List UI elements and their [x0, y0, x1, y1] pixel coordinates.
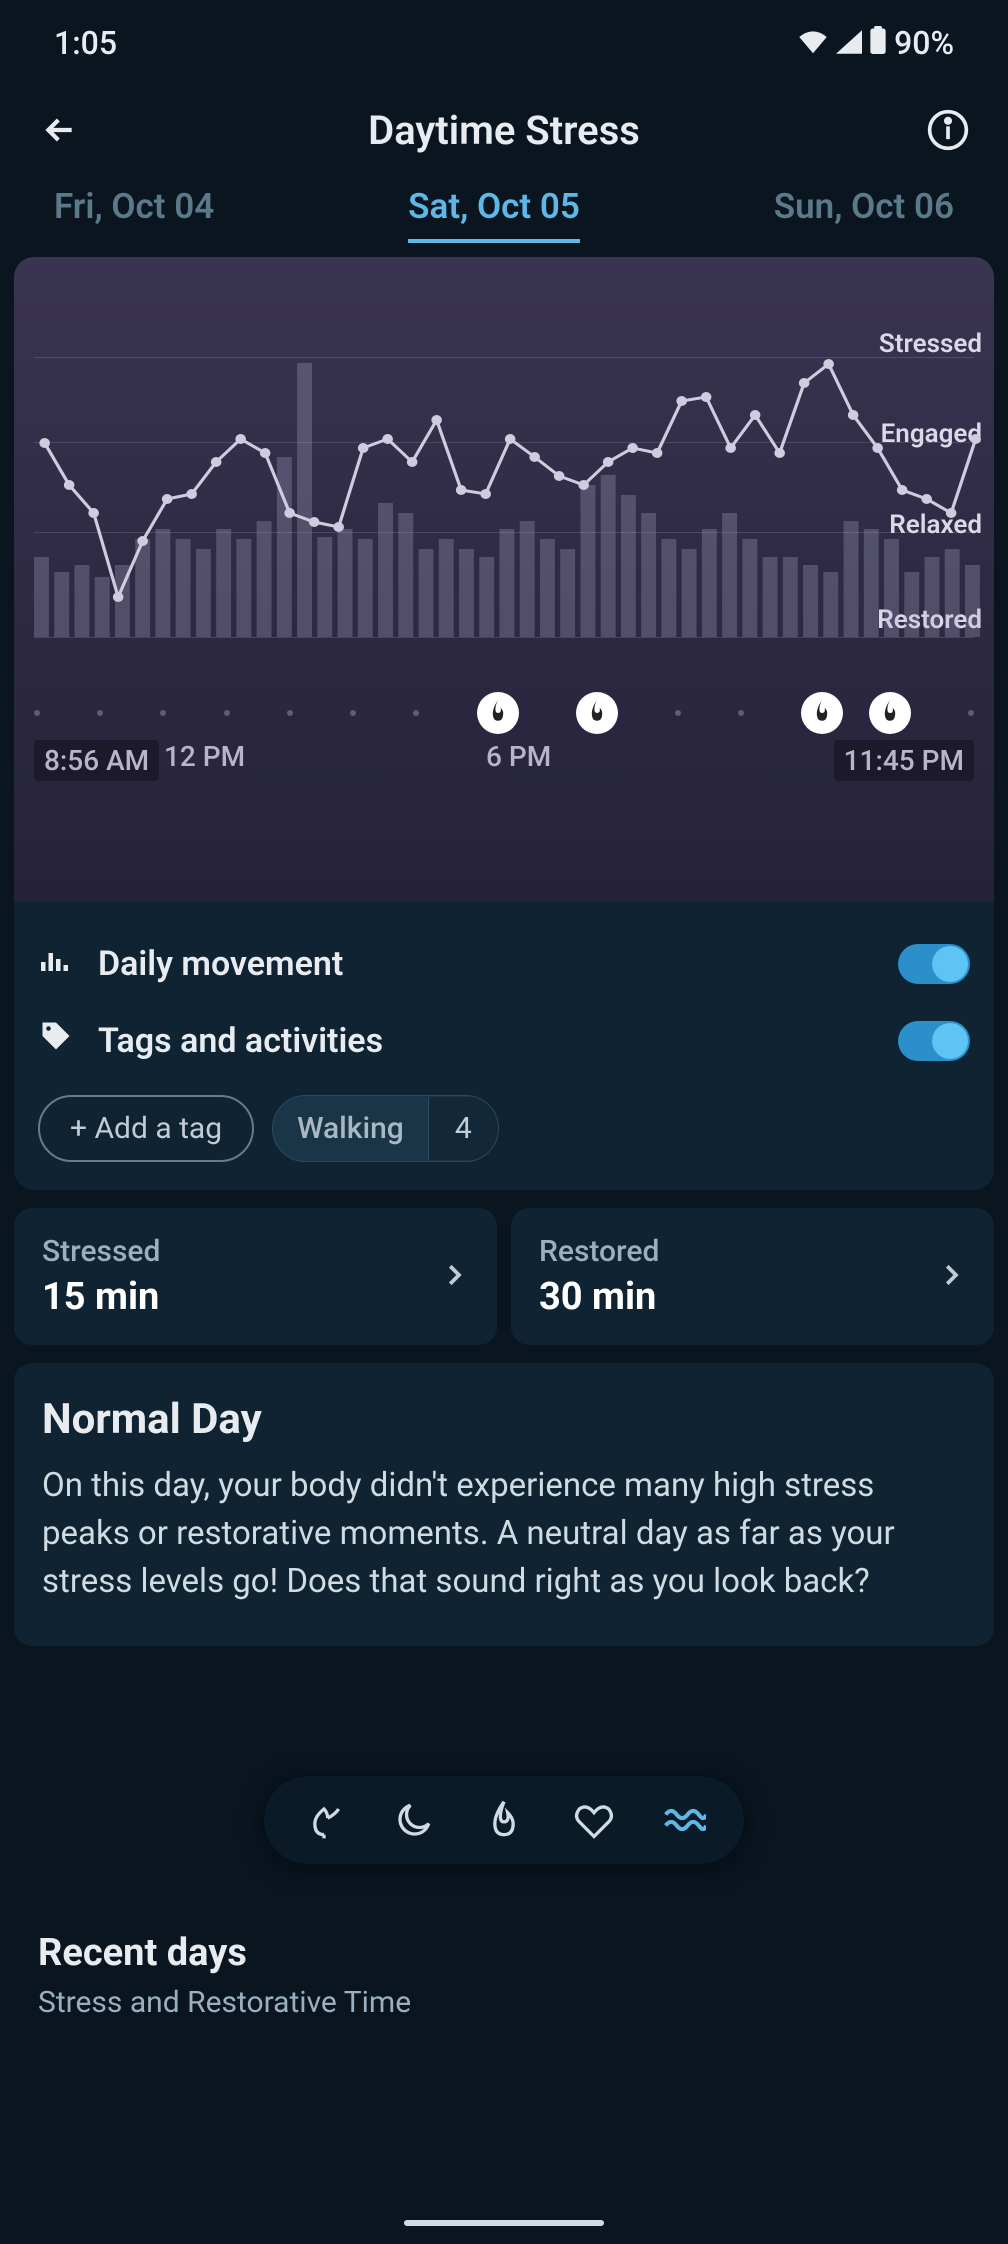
wifi-icon	[798, 24, 828, 62]
bottom-nav	[264, 1776, 744, 1864]
battery-pct: 90%	[894, 24, 954, 62]
clock-time: 1:05	[54, 24, 117, 62]
nav-stress[interactable]	[660, 1796, 708, 1844]
tab-prev-day[interactable]: Fri, Oct 04	[54, 186, 214, 243]
stats-row: Stressed 15 min Restored 30 min	[14, 1208, 994, 1345]
home-indicator[interactable]	[404, 2220, 604, 2226]
nav-readiness[interactable]	[300, 1796, 348, 1844]
time-6pm: 6 PM	[486, 740, 551, 773]
tags-label: Tags and activities	[98, 1021, 383, 1061]
recent-days-section: Recent days Stress and Restorative Time	[38, 1931, 970, 2020]
tag-chip-label: Walking	[273, 1097, 428, 1160]
bars-icon	[38, 941, 74, 986]
movement-toggle[interactable]	[898, 944, 970, 984]
info-button[interactable]	[924, 106, 972, 154]
activity-marker-row	[34, 689, 974, 737]
flame-icon[interactable]	[869, 692, 911, 734]
flame-icon[interactable]	[576, 692, 618, 734]
flame-icon[interactable]	[801, 692, 843, 734]
time-end: 11:45 PM	[834, 740, 974, 781]
date-tabs: Fri, Oct 04 Sat, Oct 05 Sun, Oct 06	[0, 178, 1008, 243]
add-tag-button[interactable]: + Add a tag	[38, 1095, 254, 1162]
status-bar: 1:05 90%	[0, 0, 1008, 82]
summary-text: On this day, your body didn't experience…	[42, 1462, 966, 1606]
tab-current-day[interactable]: Sat, Oct 05	[408, 186, 580, 243]
tab-next-day[interactable]: Sun, Oct 06	[774, 186, 954, 243]
chevron-right-icon	[439, 1260, 469, 1294]
tag-row: + Add a tag Walking 4	[38, 1095, 970, 1162]
page-title: Daytime Stress	[368, 107, 640, 154]
header: Daytime Stress	[0, 82, 1008, 178]
tag-chip-walking[interactable]: Walking 4	[272, 1095, 499, 1162]
stressed-card[interactable]: Stressed 15 min	[14, 1208, 497, 1345]
nav-heart[interactable]	[570, 1796, 618, 1844]
battery-icon	[870, 24, 886, 62]
time-start: 8:56 AM	[34, 740, 159, 781]
chevron-right-icon	[936, 1260, 966, 1294]
time-noon: 12 PM	[164, 740, 245, 773]
stressed-value: 15 min	[42, 1275, 160, 1319]
controls-card: Daily movement Tags and activities + Add…	[14, 901, 994, 1190]
summary-card: Normal Day On this day, your body didn't…	[14, 1363, 994, 1646]
movement-label: Daily movement	[98, 944, 343, 984]
restored-card[interactable]: Restored 30 min	[511, 1208, 994, 1345]
restored-label: Restored	[539, 1234, 659, 1269]
tags-toggle-row: Tags and activities	[38, 1002, 970, 1079]
summary-title: Normal Day	[42, 1395, 966, 1444]
movement-bars	[34, 363, 980, 637]
flame-icon[interactable]	[477, 692, 519, 734]
movement-toggle-row: Daily movement	[38, 925, 970, 1002]
back-button[interactable]	[36, 106, 84, 154]
tag-chip-count: 4	[428, 1097, 498, 1160]
stress-chart-card: Stressed Engaged Relaxed Restored	[14, 257, 994, 901]
recent-title: Recent days	[38, 1931, 970, 1975]
nav-activity[interactable]	[480, 1796, 528, 1844]
stressed-label: Stressed	[42, 1234, 160, 1269]
time-axis: 8:56 AM 12 PM 6 PM 11:45 PM	[34, 740, 974, 781]
stress-chart[interactable]: Stressed Engaged Relaxed Restored	[14, 257, 994, 797]
restored-value: 30 min	[539, 1275, 659, 1319]
nav-sleep[interactable]	[390, 1796, 438, 1844]
recent-subtitle: Stress and Restorative Time	[38, 1985, 970, 2020]
signal-icon	[836, 24, 862, 62]
tag-icon	[38, 1018, 74, 1063]
tags-toggle[interactable]	[898, 1021, 970, 1061]
